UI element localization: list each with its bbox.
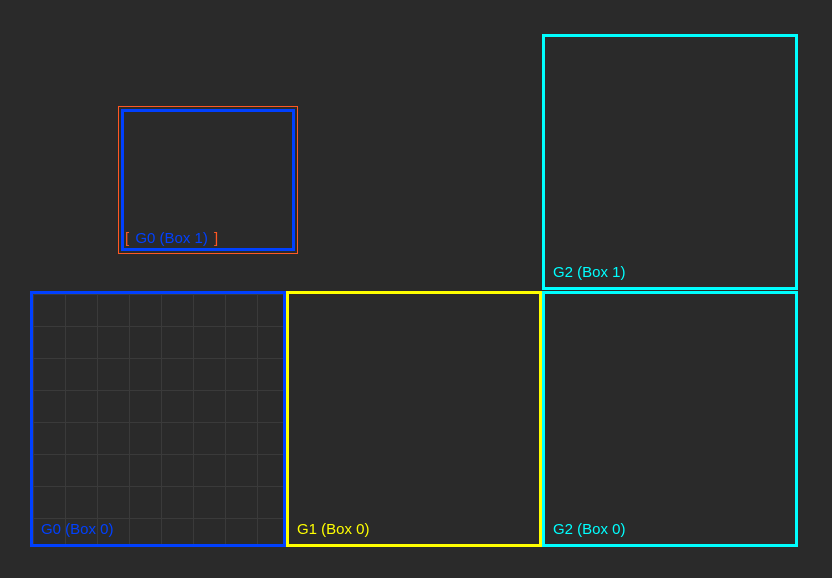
g2-box-1[interactable]: G2 (Box 1) [542,34,798,290]
g2-box-1-label: G2 (Box 1) [553,264,626,281]
grid-overlay [33,294,283,544]
g2-box-0-label: G2 (Box 0) [553,521,626,538]
g1-box-0[interactable]: G1 (Box 0) [286,291,542,547]
g0-box-0-label: G0 (Box 0) [41,521,114,538]
g0-box-1-inner[interactable] [121,109,295,251]
g0-box-0[interactable]: G0 (Box 0) [30,291,286,547]
g2-box-0[interactable]: G2 (Box 0) [542,291,798,547]
g1-box-0-label: G1 (Box 0) [297,521,370,538]
